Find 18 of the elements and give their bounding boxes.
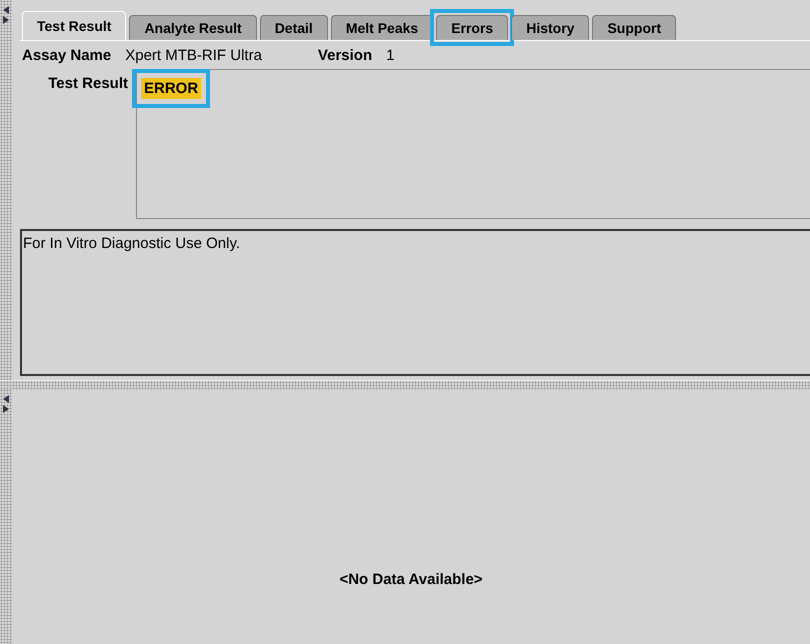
- tab[interactable]: Errors: [436, 15, 508, 40]
- tab[interactable]: Analyte Result: [129, 15, 257, 40]
- test-result-value: ERROR: [141, 78, 202, 99]
- collapse-left-icon[interactable]: [3, 395, 9, 403]
- tab[interactable]: History: [511, 15, 590, 40]
- no-data-message: <No Data Available>: [339, 571, 483, 588]
- expand-right-icon[interactable]: [3, 405, 9, 413]
- test-result-label: Test Result: [47, 74, 128, 94]
- notes-text: For In Vitro Diagnostic Use Only.: [20, 229, 810, 376]
- version-label: Version: [318, 46, 372, 64]
- version-value: 1: [386, 46, 394, 64]
- expand-right-icon[interactable]: [3, 16, 9, 24]
- tab[interactable]: Support: [592, 15, 676, 40]
- tab[interactable]: Test Result: [22, 11, 126, 40]
- collapse-left-icon[interactable]: [3, 6, 9, 14]
- assay-name-label: Assay Name: [22, 46, 112, 64]
- assay-name-value: Xpert MTB-RIF Ultra: [125, 46, 262, 64]
- tab[interactable]: Detail: [260, 15, 328, 40]
